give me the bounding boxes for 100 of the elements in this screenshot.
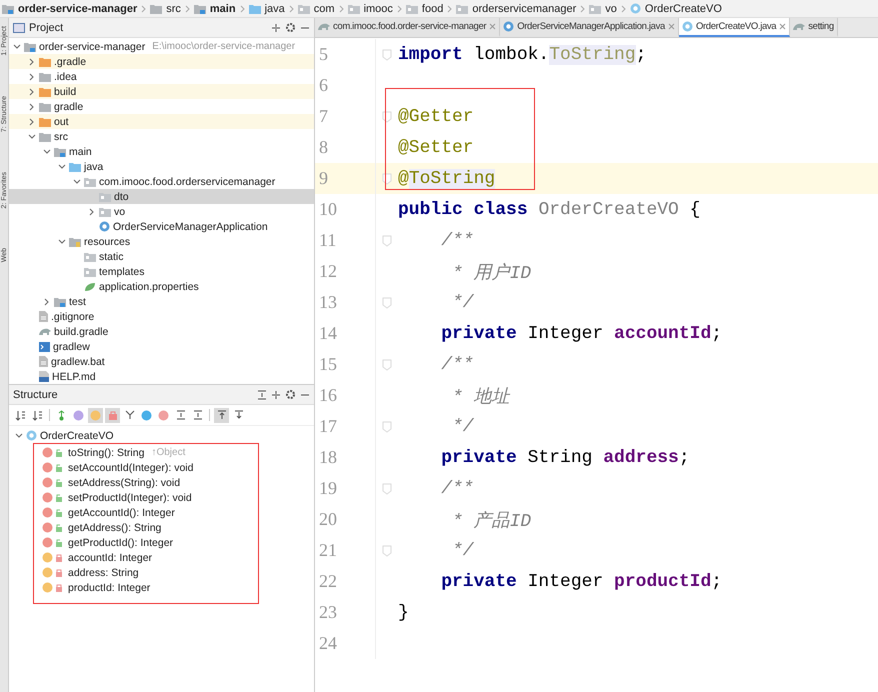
lock-icon	[108, 410, 116, 420]
tree-row[interactable]: getAddress(): String	[42, 520, 258, 535]
expand-icon[interactable]	[257, 390, 267, 400]
line-number: 8	[318, 137, 329, 158]
chevron-icon[interactable]	[43, 298, 51, 306]
folder-icon	[39, 116, 51, 126]
package-icon	[348, 4, 360, 14]
code-text: private Integer accountId;	[440, 324, 722, 344]
window-icon	[13, 22, 25, 32]
breadcrumb[interactable]: orderservicemanager	[472, 2, 576, 14]
tree-row[interactable]: getAccountId(): Integer	[42, 505, 258, 520]
tree-row[interactable]: build	[9, 84, 314, 99]
tree-label: .gitignore	[51, 310, 94, 322]
tree-row[interactable]: gradlew.bat	[9, 354, 314, 369]
code-text: */	[451, 540, 474, 560]
code-text: /**	[440, 230, 474, 250]
chevron-icon[interactable]	[58, 238, 66, 246]
member-label: productId: Integer	[68, 582, 150, 594]
member-label: toString(): String	[68, 446, 144, 458]
module-folder-icon	[194, 4, 206, 14]
tree-label: gradle	[54, 100, 84, 112]
package-icon	[99, 192, 111, 202]
tree-row[interactable]: java	[9, 159, 314, 174]
chevron-icon	[620, 4, 626, 12]
folder-icon	[39, 102, 51, 112]
line-number: 18	[318, 447, 338, 468]
close-icon[interactable]	[779, 23, 786, 30]
field-icon	[42, 552, 53, 563]
tree-row[interactable]: order-service-manager E:\imooc\order-service-manager	[9, 39, 314, 54]
settings-icon[interactable]	[285, 22, 296, 33]
chevron-icon[interactable]	[15, 432, 23, 440]
tree-row[interactable]: gradle	[9, 99, 314, 114]
tree-row[interactable]: setAddress(String): void	[42, 475, 258, 490]
sort-icon	[32, 410, 43, 420]
tree-row[interactable]: resources	[9, 234, 314, 249]
folder-icon	[39, 132, 51, 142]
breadcrumb[interactable]: src	[166, 2, 181, 14]
tree-label: test	[69, 296, 86, 308]
leaf-icon	[84, 282, 96, 292]
settings-icon[interactable]	[285, 389, 296, 400]
code-text: * 用户ID	[451, 262, 532, 284]
panel-title[interactable]: Structure	[13, 388, 58, 400]
tree-row[interactable]: main	[9, 144, 314, 159]
code-text: private String address;	[440, 448, 690, 468]
tree-row[interactable]: src	[9, 129, 314, 144]
chevron-icon	[141, 4, 146, 12]
panel-title[interactable]: Project	[29, 22, 64, 34]
folder-icon	[248, 4, 261, 14]
tree-row[interactable]: .gradle	[9, 54, 314, 69]
tree-row[interactable]: out	[9, 114, 314, 129]
code-text: @ToString	[398, 168, 496, 188]
editor-tab[interactable]: OrderServiceManagerApplication.java	[500, 18, 679, 37]
editor-tab[interactable]: OrderCreateVO.java	[678, 18, 790, 37]
line-number: 11	[318, 230, 338, 251]
toolbar-button[interactable]	[214, 408, 229, 422]
tree-row[interactable]: .idea	[9, 69, 314, 84]
line-number: 23	[318, 602, 338, 623]
tree-row[interactable]: address: String	[42, 565, 258, 580]
tree-row[interactable]: vo	[9, 204, 314, 219]
tree-row[interactable]: OrderServiceManagerApplication	[9, 219, 314, 234]
tree-row[interactable]: com.imooc.food.orderservicemanager	[9, 174, 314, 189]
code-text: * 地址	[451, 386, 510, 408]
breadcrumb[interactable]: com	[314, 2, 335, 14]
tree-row[interactable]: setProductId(Integer): void	[42, 490, 258, 505]
tree-row[interactable]: templates	[9, 264, 314, 279]
breadcrumb[interactable]: java	[264, 2, 285, 14]
breadcrumb[interactable]: main	[210, 2, 236, 14]
tree-row[interactable]: dto	[9, 189, 314, 204]
folder-icon	[39, 72, 51, 82]
tree-row[interactable]: HELP.md	[9, 369, 314, 384]
tree-row[interactable]: static	[9, 249, 314, 264]
tree-row[interactable]: application.properties	[9, 279, 314, 294]
tree-row[interactable]: .gitignore	[9, 309, 314, 324]
tree-row[interactable]: productId: Integer	[42, 580, 258, 595]
breadcrumb[interactable]: OrderCreateVO	[644, 2, 722, 14]
line-number: 12	[318, 261, 338, 282]
line-number: 14	[318, 323, 338, 344]
chevron-icon	[288, 4, 294, 12]
markdown-file-icon	[39, 371, 49, 382]
editor-tab[interactable]: setting	[790, 18, 838, 37]
breadcrumb[interactable]: order-service-manager	[18, 2, 138, 14]
tree-row[interactable]: test	[9, 294, 314, 309]
breadcrumb[interactable]: food	[422, 2, 444, 14]
editor-tab[interactable]: com.imooc.food.order-service-manager	[315, 18, 500, 37]
breadcrumb[interactable]: imooc	[364, 2, 393, 14]
tree-label: OrderCreateVO	[40, 430, 114, 442]
code-text: public class OrderCreateVO {	[398, 200, 700, 220]
tree-row[interactable]: build.gradle	[9, 324, 314, 339]
tree-row[interactable]: setAccountId(Integer): void	[42, 460, 258, 475]
member-label: getAddress(): String	[68, 522, 162, 534]
tree-row[interactable]: accountId: Integer	[42, 550, 258, 565]
tree-row[interactable]: toString(): String ↑Object	[42, 445, 258, 460]
breadcrumb[interactable]: vo	[605, 2, 617, 14]
field-icon	[42, 567, 53, 578]
tree-row[interactable]: getProductId(): Integer	[42, 535, 258, 550]
tree-row[interactable]: gradlew	[9, 339, 314, 354]
chevron-icon	[447, 4, 452, 12]
line-number: 6	[318, 75, 329, 96]
tree-label: vo	[114, 206, 126, 218]
chevron-icon[interactable]	[88, 208, 96, 216]
